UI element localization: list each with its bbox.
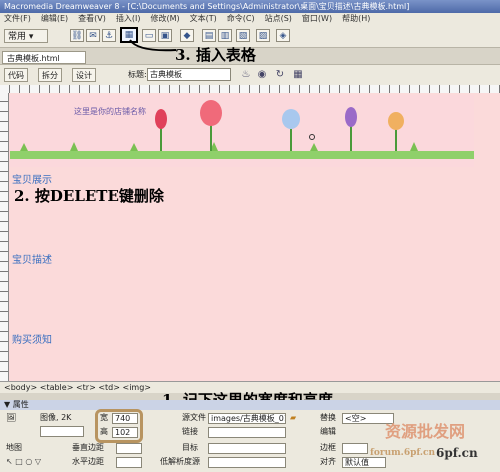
low-src-label: 低解析度源: [160, 457, 200, 466]
banner-shop-name: 这里是你的店铺名称: [74, 107, 146, 116]
align-label: 对齐: [320, 457, 336, 466]
date-icon[interactable]: ▤: [202, 29, 216, 42]
menu-insert[interactable]: 插入(I): [116, 14, 141, 23]
design-view-button[interactable]: 设计: [72, 68, 96, 82]
menu-help[interactable]: 帮助(H): [342, 14, 370, 23]
target-label: 目标: [182, 443, 198, 452]
width-height-highlight: [95, 409, 143, 443]
image-thumbnail-icon: 🖼: [6, 413, 17, 422]
vspace-field[interactable]: [116, 443, 142, 454]
hyperlink-icon[interactable]: ⛓: [70, 29, 84, 42]
section-title-notice: 购买须知: [12, 335, 52, 346]
split-view-button[interactable]: 拆分: [38, 68, 62, 82]
window-titlebar: Macromedia Dreamweaver 8 - [C:\Documents…: [0, 0, 500, 13]
title-label: 标题:: [128, 70, 147, 79]
preview-icon[interactable]: ◉: [256, 68, 268, 81]
menu-text[interactable]: 文本(T): [190, 14, 217, 23]
hspace-field[interactable]: [116, 457, 142, 468]
target-select[interactable]: [208, 443, 286, 454]
menu-modify[interactable]: 修改(M): [150, 14, 179, 23]
template-icon[interactable]: ▨: [256, 29, 270, 42]
window-title: Macromedia Dreamweaver 8 - [C:\Documents…: [4, 2, 410, 11]
view-options-icon[interactable]: ▦: [292, 68, 304, 81]
head-icon[interactable]: ▧: [236, 29, 250, 42]
media-icon[interactable]: ◆: [180, 29, 194, 42]
map-label: 地图: [6, 443, 22, 452]
menu-file[interactable]: 文件(F): [4, 14, 31, 23]
image-name-field[interactable]: [40, 426, 84, 437]
section-title-description: 宝贝描述: [12, 255, 52, 266]
annotation-step2: 2. 按DELETE键删除: [14, 187, 164, 205]
properties-panel-header[interactable]: ▼ 属性: [0, 400, 500, 410]
menu-window[interactable]: 窗口(W): [302, 14, 332, 23]
border-field[interactable]: [342, 443, 368, 454]
tag-chooser-icon[interactable]: ◈: [276, 29, 290, 42]
design-canvas[interactable]: 这里是你的店铺名称 宝贝展示 2. 按DELETE键删除 宝贝描述 购买须知: [0, 93, 500, 381]
email-link-icon[interactable]: ✉: [86, 29, 100, 42]
comment-icon[interactable]: ▥: [218, 29, 232, 42]
menu-edit[interactable]: 编辑(E): [41, 14, 68, 23]
image-size-label: 图像, 2K: [40, 413, 72, 422]
menu-view[interactable]: 查看(V): [78, 14, 106, 23]
src-field[interactable]: images/古典模板_01.jpg: [208, 413, 286, 424]
alt-label: 替换: [320, 413, 336, 422]
watermark-domain: 6pf.cn: [436, 446, 478, 460]
refresh-icon[interactable]: ↻: [274, 68, 286, 81]
menu-commands[interactable]: 命令(C): [227, 14, 255, 23]
align-select[interactable]: 默认值: [342, 457, 386, 468]
src-label: 源文件: [182, 413, 206, 422]
edit-label: 编辑: [320, 427, 336, 436]
link-field[interactable]: [208, 427, 286, 438]
vertical-ruler: [0, 93, 9, 381]
named-anchor-icon[interactable]: ⚓: [102, 29, 116, 42]
menu-site[interactable]: 站点(S): [265, 14, 292, 23]
annotation-step3: 3. 插入表格: [175, 46, 256, 64]
menu-bar: 文件(F) 编辑(E) 查看(V) 插入(I) 修改(M) 文本(T) 命令(C) 站点(S)…: [0, 13, 500, 25]
vspace-label: 垂直边距: [72, 443, 104, 452]
watermark-text: 资源批发网: [385, 422, 466, 441]
document-toolbar: 代码 拆分 设计 标题: 古典模板 ♨ ◉ ↻ ▦: [0, 64, 500, 86]
browse-folder-icon[interactable]: ▰: [290, 412, 296, 424]
low-src-field[interactable]: [208, 457, 286, 468]
link-label: 链接: [182, 427, 198, 436]
border-label: 边框: [320, 443, 336, 452]
arrow-step3: [129, 39, 177, 52]
insert-category-select[interactable]: 常用 ▾: [4, 29, 48, 43]
hotspot-tools-icon[interactable]: ↖ □ ○ ▽: [6, 456, 41, 468]
watermark-forum: forum.6pf.cn: [370, 448, 436, 458]
section-title-showcase: 宝贝展示: [12, 175, 52, 186]
file-management-icon[interactable]: ♨: [240, 68, 252, 81]
code-view-button[interactable]: 代码: [4, 68, 28, 82]
hspace-label: 水平边距: [72, 457, 104, 466]
title-input[interactable]: 古典模板: [147, 68, 231, 81]
document-tab[interactable]: 古典模板.html: [2, 51, 86, 64]
